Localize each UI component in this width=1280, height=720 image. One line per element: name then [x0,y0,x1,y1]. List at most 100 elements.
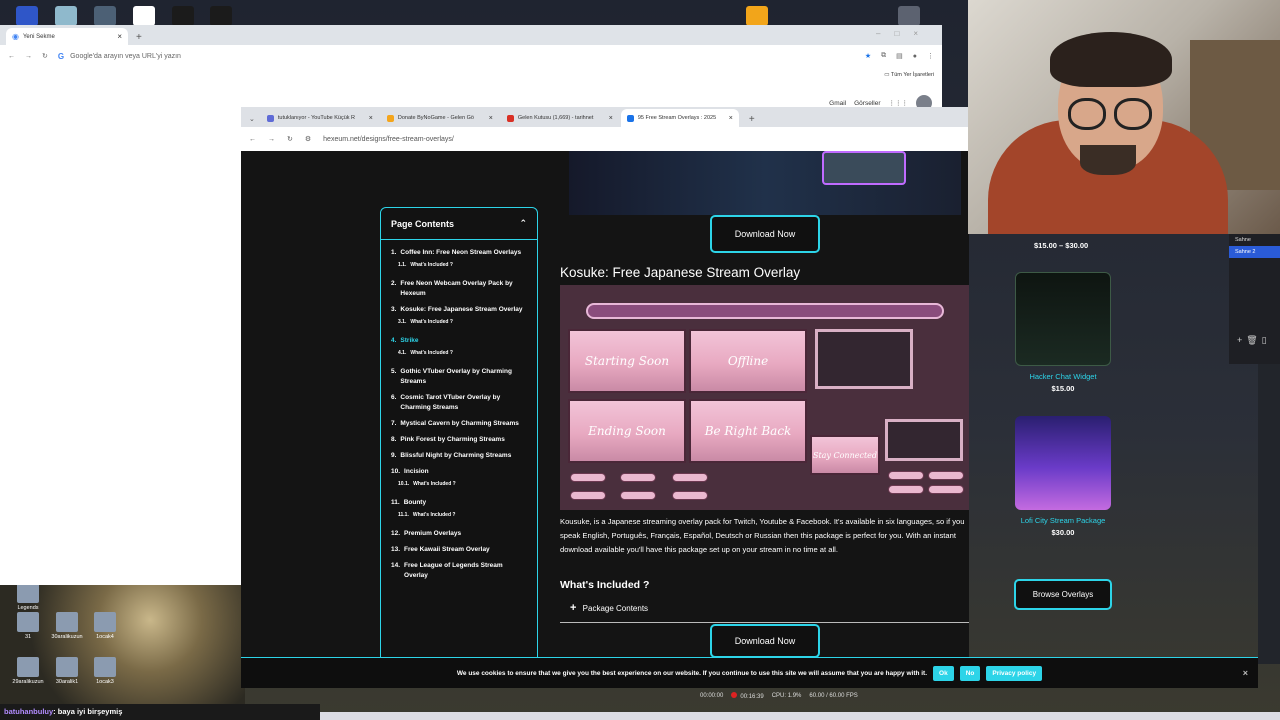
tab-title: 95 Free Stream Overlays : 2025 [637,115,717,121]
overlay-pill [928,471,964,480]
toc-item[interactable]: 4. Strike [391,336,527,346]
scene-toolbar[interactable]: +🗑▯ [1237,335,1271,346]
forward-icon[interactable]: → [268,136,275,143]
close-icon[interactable]: × [369,115,373,122]
window-controls[interactable]: –□× [876,29,932,38]
apps-grid-icon[interactable]: ⋮⋮⋮ [889,99,909,107]
reload-icon[interactable]: ↻ [42,52,48,60]
back-icon[interactable]: ← [249,136,256,143]
package-contents-label: Package Contents [582,604,649,613]
desktop-shortcut-icon[interactable] [16,6,38,26]
toc-number: 3.1. [398,319,407,325]
product-card[interactable]: Lofi City Stream Package $30.00 [1003,416,1123,537]
star-icon[interactable]: ★ [865,52,871,60]
toc-item[interactable]: 10. Incision [391,467,527,477]
forward-icon[interactable]: → [25,53,32,60]
overlay-pill [570,491,606,500]
favicon-icon [506,114,514,122]
desktop-shortcut-icon[interactable] [55,6,77,26]
url-text[interactable]: hexeum.net/designs/free-stream-overlays/ [323,136,454,143]
extensions-icon[interactable]: ⧉ [881,52,886,60]
omnibox[interactable]: G Google'da arayın veya URL'yi yazın [58,52,855,61]
desktop-file-icon[interactable]: 1ocak4 [82,612,128,640]
toc-item[interactable]: 11. Bounty [391,498,527,508]
bookmarks-bar: ▭ Tüm Yer İşaretleri [0,67,942,83]
gmail-link[interactable]: Gmail [829,100,846,107]
download-now-button[interactable]: Download Now [710,215,820,253]
toc-subitem[interactable]: 10.1. What's Included ? [398,481,527,487]
product-name[interactable]: Lofi City Stream Package [1003,516,1123,526]
reload-icon[interactable]: ↻ [287,135,293,143]
all-bookmarks-link[interactable]: Tüm Yer İşaretleri [891,72,934,78]
browse-overlays-button[interactable]: Browse Overlays [1014,579,1112,610]
package-contents-accordion[interactable]: + Package Contents [560,602,969,623]
browser-tab[interactable]: tutuklanıyor - YouTube Küçük R × [261,109,379,127]
file-label: 1ocak4 [96,634,114,640]
close-icon[interactable]: × [609,115,613,122]
hacker-chat-thumbnail[interactable] [1015,272,1111,366]
desktop-shortcut-icon[interactable] [172,6,194,26]
toc-item[interactable]: 1. Coffee Inn: Free Neon Stream Overlays [391,248,527,258]
scene-item-selected[interactable]: Sahne 2 [1229,246,1280,258]
profile-icon[interactable]: ● [913,53,917,60]
browser-tab[interactable]: Gelen Kutusu (1,669) - tarihnet × [501,109,619,127]
toc-item[interactable]: 14. Free League of Legends Stream Overlay [391,561,527,581]
new-tab-button[interactable]: + [128,32,150,45]
plus-icon: + [570,602,577,614]
toc-item[interactable]: 12. Premium Overlays [391,529,527,539]
chevron-up-icon[interactable]: ⌃ [519,218,527,229]
toc-label: Blissful Night by Charming Streams [400,452,512,459]
webcam-feed [968,0,1280,234]
overlay-pill [620,491,656,500]
browser-tab[interactable]: Donate ByNoGame - Gelen Gö × [381,109,499,127]
scene-item[interactable]: Sahne [1229,234,1280,246]
toc-item[interactable]: 8. Pink Forest by Charming Streams [391,435,527,445]
toc-item[interactable]: 5. Gothic VTuber Overlay by Charming Stre… [391,367,527,387]
close-icon[interactable]: × [489,115,493,122]
toc-item[interactable]: 2. Free Neon Webcam Overlay Pack by Hexeu… [391,279,527,299]
toc-label: Strike [400,337,419,344]
toc-item[interactable]: 9. Blissful Night by Charming Streams [391,451,527,461]
product-card[interactable]: Hacker Chat Widget $15.00 [1003,272,1123,393]
desktop-shortcut-icon[interactable] [898,6,920,26]
tab-search-icon[interactable]: ⌄ [245,115,259,127]
toc-subitem[interactable]: 3.1. What's Included ? [398,319,527,325]
new-tab-button[interactable]: + [741,114,763,127]
desktop-shortcut-icon[interactable] [133,6,155,26]
lofi-city-thumbnail[interactable] [1015,416,1111,510]
desktop-file-icon[interactable]: Legends [5,583,51,611]
site-info-icon[interactable]: ⚙ [305,135,311,143]
cookie-ok-button[interactable]: Ok [933,665,954,681]
privacy-policy-button[interactable]: Privacy policy [986,665,1043,681]
taskbar [320,712,1280,720]
toc-item[interactable]: 3. Kosuke: Free Japanese Stream Overlay [391,305,527,315]
menu-icon[interactable]: ⋮ [927,52,934,60]
images-link[interactable]: Görseller [854,100,880,107]
desktop-shortcut-icon[interactable] [210,6,232,26]
desktop-file-icon[interactable]: 1ocak3 [82,657,128,685]
toc-item[interactable]: 6. Cosmic Tarot VTuber Overlay by Charmin… [391,393,527,413]
toc-subitem[interactable]: 4.1. What's Included ? [398,350,527,356]
browser-tab[interactable]: 95 Free Stream Overlays : 2025 × [620,109,739,127]
overlay-pill [928,485,964,494]
product-price: $30.00 [1051,528,1075,537]
tab-new-tab[interactable]: ◉ Yeni Sekme × [6,28,128,45]
sidepanel-icon[interactable]: ▤ [896,52,903,60]
close-icon[interactable]: × [729,115,733,122]
toc-item[interactable]: 13. Free Kawaii Stream Overlay [391,545,527,555]
desktop-shortcut-icon[interactable] [746,6,768,26]
toc-label: Incision [404,468,429,475]
close-icon[interactable]: × [117,32,122,41]
browser-window-hexeum: ⌄ tutuklanıyor - YouTube Küçük R × Donate … [241,107,969,687]
cookie-no-button[interactable]: No [959,665,981,681]
toc-header[interactable]: Page Contents ⌃ [381,208,537,240]
toc-item[interactable]: 7. Mystical Cavern by Charming Streams [391,419,527,429]
toc-subitem[interactable]: 11.1. What's Included ? [398,512,527,518]
back-icon[interactable]: ← [8,53,15,60]
download-now-button[interactable]: Download Now [710,624,820,658]
toc-subitem[interactable]: 1.1. What's Included ? [398,262,527,268]
close-icon[interactable]: × [1243,668,1248,678]
panel-starting: Starting Soon [568,329,686,393]
desktop-shortcut-icon[interactable] [94,6,116,26]
product-name[interactable]: Hacker Chat Widget [1003,372,1123,382]
